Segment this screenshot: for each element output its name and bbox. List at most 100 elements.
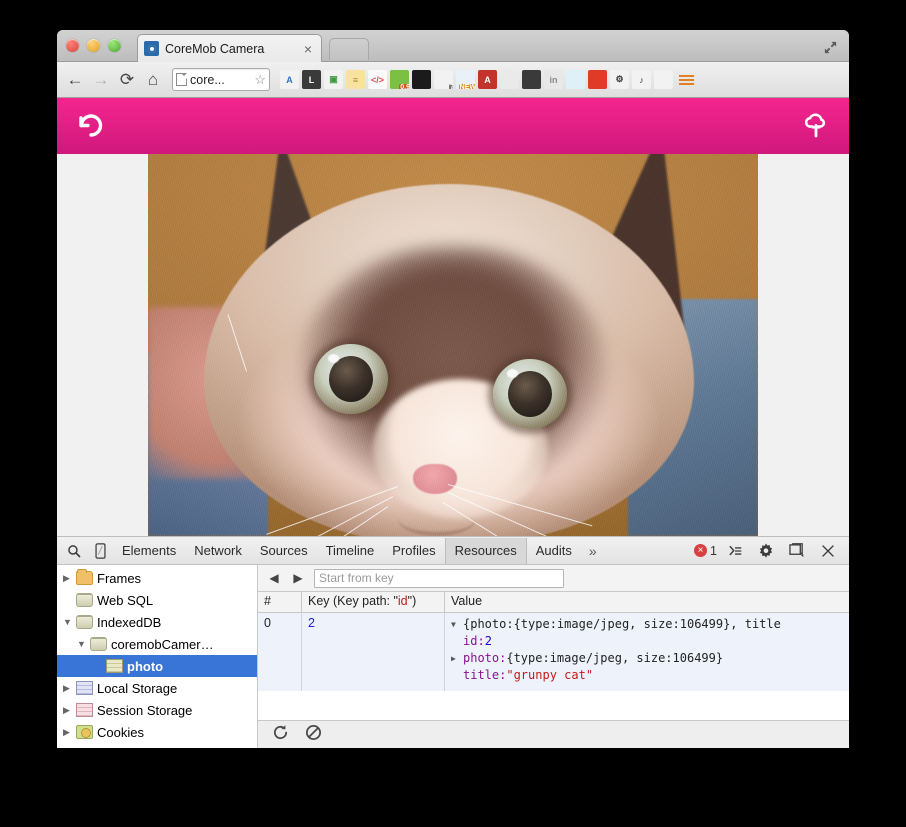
chat-bubble-icon[interactable]: 7 xyxy=(434,70,453,89)
color-picker-icon[interactable]: 0.9 xyxy=(390,70,409,89)
property-photo[interactable]: ▶photo: {type:image/jpeg, size:106499} xyxy=(451,650,843,667)
sidebar-item-frames[interactable]: ▶ Frames xyxy=(57,567,257,589)
evernote-icon[interactable] xyxy=(522,70,541,89)
pagespeed-icon[interactable] xyxy=(500,70,519,89)
back-icon[interactable]: ← xyxy=(63,68,87,92)
google-translate-icon[interactable]: A xyxy=(280,70,299,89)
property-value: {type:image/jpeg, size:106499} xyxy=(506,650,723,667)
sidebar-item-label: IndexedDB xyxy=(97,615,161,630)
clear-prohibited-icon[interactable] xyxy=(305,724,322,746)
cookie-icon xyxy=(76,725,93,739)
search-icon[interactable] xyxy=(61,539,87,563)
browser-toolbar: ← → ⟳ ⌂ core... ☆ AL▣≡</>0.97NEWAin⚙♪ xyxy=(57,62,849,98)
sidebar-item-coremobcamer[interactable]: ▼coremobCamer… xyxy=(57,633,257,655)
object-properties: id: 2▶photo: {type:image/jpeg, size:1064… xyxy=(451,633,843,684)
adblock-icon[interactable] xyxy=(588,70,607,89)
undo-arrow-icon[interactable] xyxy=(75,113,105,139)
app-header xyxy=(57,98,849,154)
window-frame-icon[interactable] xyxy=(566,70,585,89)
code-snippet-icon[interactable]: </> xyxy=(368,70,387,89)
window-resizer-icon[interactable]: NEW xyxy=(456,70,475,89)
browser-tab[interactable]: CoreMob Camera × xyxy=(137,34,322,62)
cell-value: ▼ {photo:{type:image/jpeg, size:106499},… xyxy=(445,613,849,691)
address-bar[interactable]: core... ☆ xyxy=(172,68,270,91)
pink-moon-icon[interactable] xyxy=(654,70,673,89)
chevron-down-icon[interactable]: ▼ xyxy=(63,617,76,627)
cell-key: 2 xyxy=(302,613,445,691)
column-header-value[interactable]: Value xyxy=(445,592,849,612)
sidebar-item-photo[interactable]: photo xyxy=(57,655,257,677)
column-header-index[interactable]: # xyxy=(258,592,302,612)
sidebar-item-label: Frames xyxy=(97,571,141,586)
tab-sources[interactable]: Sources xyxy=(251,538,317,564)
table-row[interactable]: 0 2 ▼ {photo:{type:image/jpeg, size:1064… xyxy=(258,613,849,691)
home-icon[interactable]: ⌂ xyxy=(141,68,165,92)
more-tabs-icon[interactable]: » xyxy=(581,543,605,559)
red-book-icon[interactable]: A xyxy=(478,70,497,89)
next-page-icon[interactable]: ▶ xyxy=(290,571,306,585)
object-summary-line[interactable]: ▼ {photo:{type:image/jpeg, size:106499},… xyxy=(451,616,843,633)
bookmark-star-icon[interactable]: ☆ xyxy=(254,72,266,88)
cloud-upload-icon[interactable] xyxy=(801,112,831,140)
reload-icon[interactable]: ⟳ xyxy=(115,68,139,92)
gear-icon[interactable] xyxy=(753,539,779,563)
sidebar-item-local-storage[interactable]: ▶Local Storage xyxy=(57,677,257,699)
chevron-right-icon[interactable]: ▶ xyxy=(63,683,76,694)
window-resizer-icon-badge: NEW xyxy=(459,84,475,89)
folder-icon xyxy=(76,571,93,585)
close-window-button[interactable] xyxy=(66,39,79,52)
resources-tree[interactable]: ▶ Frames Web SQL ▼ IndexedDB ▼coremobCamer…ph… xyxy=(57,565,258,748)
lastpass-icon[interactable]: L xyxy=(302,70,321,89)
expand-twisty-icon[interactable]: ▼ xyxy=(451,616,463,633)
close-icon[interactable]: × xyxy=(301,42,315,56)
sidebar-item-indexeddb[interactable]: ▼ IndexedDB xyxy=(57,611,257,633)
browser-window: CoreMob Camera × ← → ⟳ ⌂ core... ☆ AL▣≡<… xyxy=(57,30,849,748)
forward-icon[interactable]: → xyxy=(89,68,113,92)
tab-elements[interactable]: Elements xyxy=(113,538,185,564)
device-toggle-icon[interactable] xyxy=(87,539,113,563)
sidebar-item-session-storage[interactable]: ▶Session Storage xyxy=(57,699,257,721)
tab-audits[interactable]: Audits xyxy=(527,538,581,564)
dock-position-icon[interactable] xyxy=(784,539,810,563)
new-tab-button[interactable] xyxy=(329,38,369,60)
error-count-badge[interactable]: × 1 xyxy=(694,544,717,558)
gear-settings-icon[interactable]: ⚙ xyxy=(610,70,629,89)
url-text: core... xyxy=(190,73,251,87)
chevron-right-icon[interactable]: ▶ xyxy=(63,705,76,716)
console-drawer-icon[interactable] xyxy=(722,539,748,563)
property-title[interactable]: title: "grunpy cat" xyxy=(451,667,843,684)
chevron-down-icon[interactable]: ▼ xyxy=(77,639,90,649)
prev-page-icon[interactable]: ◀ xyxy=(266,571,282,585)
column-header-key[interactable]: Key (Key path: "id") xyxy=(302,592,445,612)
sidebar-item-web-sql[interactable]: Web SQL xyxy=(57,589,257,611)
minimize-window-button[interactable] xyxy=(87,39,100,52)
tab-network[interactable]: Network xyxy=(185,538,251,564)
refresh-icon[interactable] xyxy=(272,724,289,746)
close-icon[interactable] xyxy=(815,539,841,563)
linkedin-icon[interactable]: in xyxy=(544,70,563,89)
property-id[interactable]: id: 2 xyxy=(451,633,843,650)
chevron-right-icon[interactable]: ▶ xyxy=(63,573,76,584)
zoom-window-button[interactable] xyxy=(108,39,121,52)
fullscreen-arrows-icon[interactable] xyxy=(819,36,841,58)
tab-timeline[interactable]: Timeline xyxy=(317,538,384,564)
property-name: photo: xyxy=(463,650,506,667)
hamburger-menu-icon[interactable] xyxy=(679,75,694,85)
sidebar-item-cookies[interactable]: ▶Cookies xyxy=(57,721,257,743)
sticky-notes-icon[interactable]: ≡ xyxy=(346,70,365,89)
tab-resources[interactable]: Resources xyxy=(445,538,527,564)
table-icon xyxy=(106,659,123,673)
grid-header-row: # Key (Key path: "id") Value xyxy=(258,592,849,613)
green-monitor-icon[interactable]: ▣ xyxy=(324,70,343,89)
database-icon xyxy=(90,637,107,651)
github-octocat-icon[interactable] xyxy=(412,70,431,89)
key-header-prefix: Key (Key path: " xyxy=(308,594,398,608)
property-name: title: xyxy=(463,667,506,684)
tab-profiles[interactable]: Profiles xyxy=(383,538,444,564)
chevron-right-icon[interactable]: ▶ xyxy=(63,727,76,738)
chevron-right-icon[interactable]: ▶ xyxy=(451,650,463,667)
captured-photo xyxy=(148,154,758,536)
indexeddb-data-grid: # Key (Key path: "id") Value 0 2 ▼ {phot… xyxy=(258,592,849,720)
start-from-key-input[interactable] xyxy=(314,569,564,588)
music-note-icon[interactable]: ♪ xyxy=(632,70,651,89)
